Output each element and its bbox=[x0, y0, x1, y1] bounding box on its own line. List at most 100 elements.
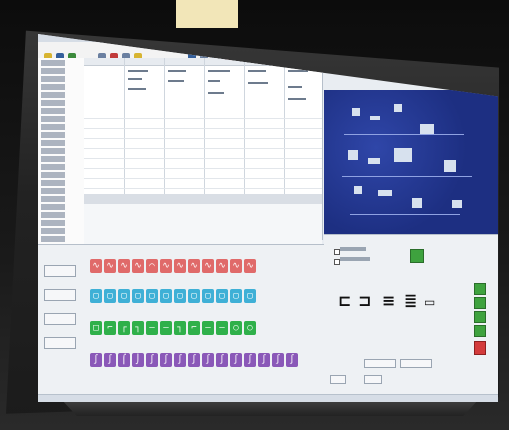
pcb-component bbox=[452, 200, 462, 208]
pcb-component bbox=[352, 108, 360, 116]
purple-row-tile[interactable]: ∫ bbox=[230, 353, 242, 367]
purple-row-tile[interactable]: ∫ bbox=[286, 353, 298, 367]
pcb-component bbox=[368, 158, 380, 164]
palette-row-blue: ▢ ▢ ▢ ▢ ▢ ▢ ▢ ▢ ▢ ▢ ▢ ▢ bbox=[90, 289, 256, 303]
purple-row-tile[interactable]: ∫ bbox=[90, 353, 102, 367]
purple-row-tile[interactable]: ∫ bbox=[244, 353, 256, 367]
green-row-tile[interactable]: ⌐ bbox=[104, 321, 116, 335]
palette-side-button[interactable] bbox=[44, 265, 76, 277]
red-row-tile[interactable]: ∿ bbox=[216, 259, 228, 273]
action-button-green[interactable] bbox=[474, 311, 486, 323]
purple-row-tile[interactable]: ∫ bbox=[104, 353, 116, 367]
palette-row-red: ∿ ∿ ∿ ∿ ⌒ ∿ ∿ ∿ ∿ ∿ ∿ ∿ bbox=[90, 259, 256, 273]
pcb-component bbox=[394, 148, 412, 162]
red-row-tile[interactable]: ∿ bbox=[118, 259, 130, 273]
green-row-tile[interactable]: ○ bbox=[244, 321, 256, 335]
blue-row-tile[interactable]: ▢ bbox=[188, 289, 200, 303]
wave-tool-icon[interactable] bbox=[418, 53, 426, 61]
green-row-tile[interactable]: — bbox=[160, 321, 172, 335]
green-row-tile[interactable]: □ bbox=[90, 321, 102, 335]
red-row-tile[interactable]: ⌒ bbox=[146, 259, 158, 273]
red-row-tile[interactable]: ∿ bbox=[132, 259, 144, 273]
status-bar bbox=[38, 394, 498, 402]
component-symbol: ≡ bbox=[382, 291, 396, 310]
purple-row-tile[interactable]: ⌠ bbox=[118, 353, 130, 367]
component-symbol: ▭ bbox=[424, 295, 436, 309]
blue-row-tile[interactable]: ▢ bbox=[230, 289, 242, 303]
check-icon[interactable] bbox=[448, 53, 456, 61]
palette-row-green: □ ⌐ ┌ ┐ — — ┐ ⌐ — — ○ ○ bbox=[90, 321, 256, 335]
red-row-tile[interactable]: ∿ bbox=[244, 259, 256, 273]
pcb-component bbox=[444, 160, 456, 172]
red-row-tile[interactable]: ∿ bbox=[160, 259, 172, 273]
action-button-green[interactable] bbox=[474, 297, 486, 309]
purple-row-tile[interactable]: ⌡ bbox=[132, 353, 144, 367]
panel-button[interactable] bbox=[364, 375, 382, 384]
blue-row-tile[interactable]: ▢ bbox=[244, 289, 256, 303]
grid-ruler bbox=[84, 194, 322, 204]
purple-row-tile[interactable]: ∫ bbox=[216, 353, 228, 367]
purple-row-tile[interactable]: ∫ bbox=[258, 353, 270, 367]
action-button-green[interactable] bbox=[474, 325, 486, 337]
option-label bbox=[340, 257, 370, 261]
apply-button[interactable] bbox=[410, 249, 424, 263]
purple-row-tile[interactable]: ∫ bbox=[202, 353, 214, 367]
red-row-tile[interactable]: ∿ bbox=[202, 259, 214, 273]
component-tree[interactable] bbox=[38, 58, 85, 274]
monitor-screen: ⊏ ⊐ ≡ ≣ ▭ ∿ ∿ ∿ ∿ ⌒ ∿ ∿ ∿ ∿ ∿ ∿ ∿ ▢ ▢ ▢ ▢ ▢ ▢ ▢ ▢ ▢ ▢ ▢ ▢ □ ⌐ ┌ ┐… bbox=[38, 34, 498, 402]
panel-button[interactable] bbox=[364, 359, 396, 368]
red-row-tile[interactable]: ∿ bbox=[90, 259, 102, 273]
green-row-tile[interactable]: ⌐ bbox=[188, 321, 200, 335]
red-row-tile[interactable]: ∿ bbox=[104, 259, 116, 273]
purple-row-tile[interactable]: ∫ bbox=[188, 353, 200, 367]
component-symbol: ⊏ bbox=[338, 291, 352, 310]
delete-button[interactable] bbox=[474, 341, 486, 355]
blue-row-tile[interactable]: ▢ bbox=[132, 289, 144, 303]
red-row-tile[interactable]: ∿ bbox=[230, 259, 242, 273]
palette-row-purple: ∫ ∫ ⌠ ⌡ ∫ ∫ ∫ ∫ ∫ ∫ ∫ ∫ ∫ ∫ ∫ bbox=[90, 353, 298, 367]
purple-row-tile[interactable]: ∫ bbox=[272, 353, 284, 367]
blue-row-tile[interactable]: ▢ bbox=[160, 289, 172, 303]
properties-panel: ⊏ ⊐ ≡ ≣ ▭ bbox=[324, 234, 498, 402]
purple-row-tile[interactable]: ∫ bbox=[160, 353, 172, 367]
wall-tag bbox=[176, 0, 238, 28]
red-row-tile[interactable]: ∿ bbox=[188, 259, 200, 273]
pcb-component bbox=[370, 116, 380, 120]
green-row-tile[interactable]: ○ bbox=[230, 321, 242, 335]
blue-row-tile[interactable]: ▢ bbox=[216, 289, 228, 303]
blue-row-tile[interactable]: ▢ bbox=[90, 289, 102, 303]
green-row-tile[interactable]: — bbox=[202, 321, 214, 335]
green-row-tile[interactable]: — bbox=[146, 321, 158, 335]
purple-row-tile[interactable]: ∫ bbox=[174, 353, 186, 367]
panel-button[interactable] bbox=[330, 375, 346, 384]
info-icon[interactable] bbox=[468, 53, 476, 61]
blue-row-tile[interactable]: ▢ bbox=[202, 289, 214, 303]
pcb-component bbox=[378, 190, 392, 196]
grid-footer-rows bbox=[84, 204, 322, 244]
blue-row-tile[interactable]: ▢ bbox=[104, 289, 116, 303]
pcb-component bbox=[412, 198, 422, 208]
pcb-component bbox=[348, 150, 358, 160]
component-symbol: ≣ bbox=[404, 291, 418, 310]
red-row-tile[interactable]: ∿ bbox=[174, 259, 186, 273]
green-row-tile[interactable]: ┐ bbox=[132, 321, 144, 335]
blue-row-tile[interactable]: ▢ bbox=[118, 289, 130, 303]
pcb-component bbox=[394, 104, 402, 112]
blue-row-tile[interactable]: ▢ bbox=[146, 289, 158, 303]
action-button-green[interactable] bbox=[474, 283, 486, 295]
blue-row-tile[interactable]: ▢ bbox=[174, 289, 186, 303]
symbol-palette: ∿ ∿ ∿ ∿ ⌒ ∿ ∿ ∿ ∿ ∿ ∿ ∿ ▢ ▢ ▢ ▢ ▢ ▢ ▢ ▢ ▢ ▢ ▢ ▢ □ ⌐ ┌ ┐ — — ┐ ⌐ — — ○ ○ ∫… bbox=[38, 244, 324, 402]
panel-button[interactable] bbox=[400, 359, 432, 368]
option-label bbox=[340, 247, 366, 251]
palette-side-button[interactable] bbox=[44, 337, 76, 349]
green-row-tile[interactable]: — bbox=[216, 321, 228, 335]
palette-side-button[interactable] bbox=[44, 313, 76, 325]
green-row-tile[interactable]: ┐ bbox=[174, 321, 186, 335]
pcb-component bbox=[420, 124, 434, 134]
palette-side-button[interactable] bbox=[44, 289, 76, 301]
green-row-tile[interactable]: ┌ bbox=[118, 321, 130, 335]
component-symbol: ⊐ bbox=[358, 291, 372, 310]
pcb-component bbox=[354, 186, 362, 194]
purple-row-tile[interactable]: ∫ bbox=[146, 353, 158, 367]
pcb-preview[interactable] bbox=[324, 90, 498, 234]
